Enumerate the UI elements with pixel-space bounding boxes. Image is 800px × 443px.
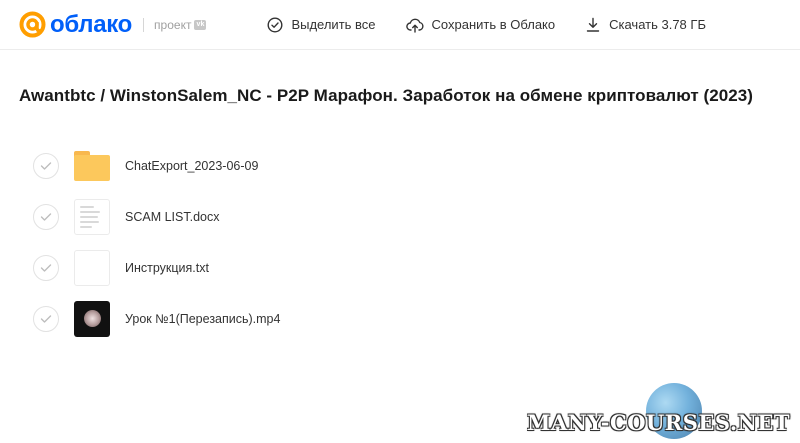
checkmark-icon [40,212,52,221]
logo-text: облако [50,10,133,38]
file-name[interactable]: Урок №1(Перезапись).mp4 [125,312,280,326]
select-all-button[interactable]: Выделить все [267,16,376,33]
checkmark-icon [40,263,52,272]
file-name[interactable]: Инструкция.txt [125,261,209,275]
file-name[interactable]: SCAM LIST.docx [125,210,219,224]
list-item[interactable]: SCAM LIST.docx [33,191,433,242]
select-checkbox[interactable] [33,203,59,230]
folder-icon [74,148,110,184]
select-all-label: Выделить все [291,17,376,32]
download-label: Скачать 3.78 ГБ [609,17,706,32]
watermark-text: MANY-COURSES.NET [527,410,790,435]
page-title: Awantbtc / WinstonSalem_NC - P2P Марафон… [19,86,753,105]
cloud-logo[interactable]: облако [19,11,132,39]
file-list: ChatExport_2023-06-09 SCAM LIST.docx Инс… [33,140,433,344]
select-checkbox[interactable] [33,254,59,281]
checkmark-icon [40,314,52,323]
header-actions: Выделить все Сохранить в Облако Скачать … [267,16,706,33]
list-item[interactable]: ChatExport_2023-06-09 [33,140,433,191]
project-label: проект [154,17,192,32]
select-checkbox[interactable] [33,305,59,332]
list-item[interactable]: Урок №1(Перезапись).mp4 [33,293,433,344]
cloud-upload-icon [405,18,424,33]
file-name[interactable]: ChatExport_2023-06-09 [125,159,258,173]
select-checkbox[interactable] [33,152,59,179]
save-to-cloud-button[interactable]: Сохранить в Облако [405,17,556,33]
download-icon [586,17,600,32]
download-button[interactable]: Скачать 3.78 ГБ [585,17,706,33]
at-sign-logo-icon [19,11,46,38]
checkmark-icon [40,161,52,170]
document-thumbnail-icon [74,198,110,235]
video-thumbnail-icon [74,300,110,337]
header-divider [143,17,145,32]
save-to-cloud-label: Сохранить в Облако [431,17,556,32]
vk-badge-icon: vk [194,19,207,30]
list-item[interactable]: Инструкция.txt [33,242,433,293]
top-bar: облако проект vk Выделить все Сохранить … [0,0,800,50]
text-file-thumbnail-icon [74,249,110,286]
check-circle-icon [267,16,283,33]
watermark: MANY-COURSES.NET [527,383,790,439]
